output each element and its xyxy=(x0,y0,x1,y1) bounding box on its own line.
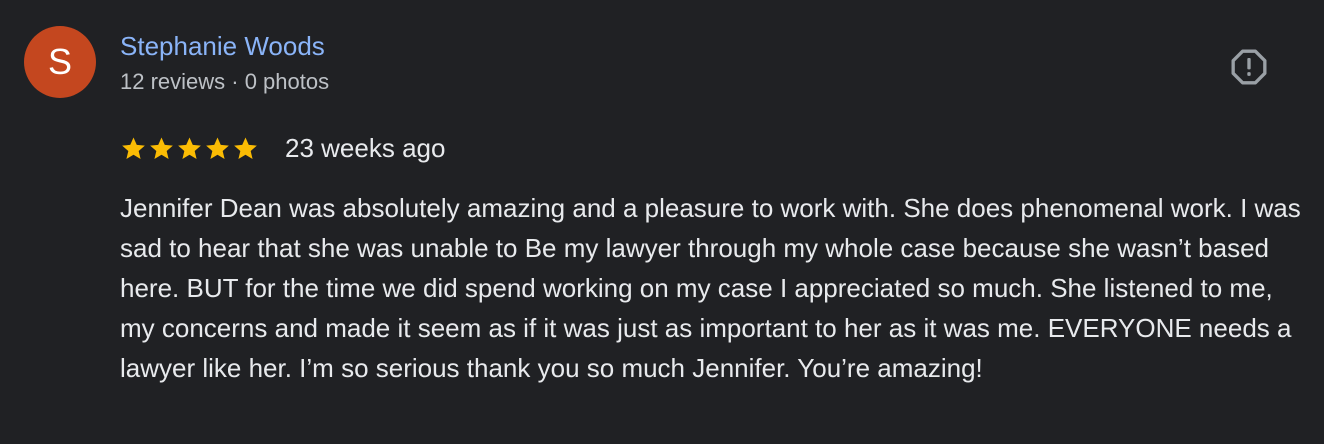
star-icon xyxy=(234,136,257,159)
reviewer-meta: 12 reviews · 0 photos xyxy=(120,69,330,94)
avatar[interactable]: S xyxy=(24,26,96,98)
review-date: 23 weeks ago xyxy=(285,133,446,163)
report-flag-icon xyxy=(1231,49,1267,85)
review-text: Jennifer Dean was absolutely amazing and… xyxy=(120,193,1301,383)
star-icon xyxy=(178,136,201,159)
star-icon xyxy=(206,136,229,159)
report-review-button[interactable] xyxy=(1228,46,1270,88)
rating-row: 23 weeks ago xyxy=(120,130,445,166)
reviewer-name[interactable]: Stephanie Woods xyxy=(120,30,325,62)
star-icon xyxy=(150,136,173,159)
star-icon xyxy=(122,136,145,159)
star-rating xyxy=(120,135,259,162)
avatar-initial: S xyxy=(47,41,72,82)
